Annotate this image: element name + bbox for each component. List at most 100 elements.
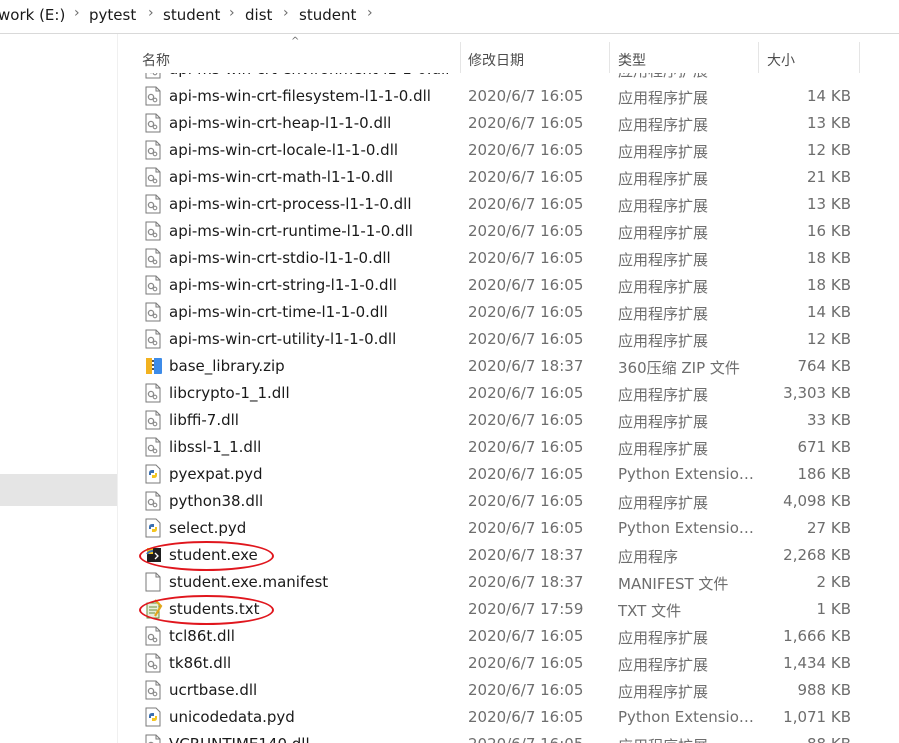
- navigation-pane[interactable]: [0, 34, 117, 743]
- file-name: python38.dll: [169, 492, 264, 510]
- file-type: 应用程序扩展: [618, 89, 709, 107]
- file-type: 应用程序扩展: [618, 735, 758, 743]
- file-type: 应用程序扩展: [618, 683, 709, 701]
- breadcrumb-item-drive[interactable]: work (E:): [0, 6, 65, 24]
- file-size: 18 KB: [807, 249, 851, 267]
- file-row[interactable]: libffi-7.dll 2020/6/7 16:05 应用程序扩展 33 KB: [118, 407, 899, 434]
- chevron-right-icon[interactable]: ›: [283, 5, 289, 21]
- file-size: 671 KB: [797, 438, 851, 456]
- zip-archive-icon: [145, 356, 162, 376]
- column-divider[interactable]: [859, 42, 860, 73]
- file-name: api-ms-win-crt-string-l1-1-0.dll: [169, 276, 397, 294]
- file-name: ucrtbase.dll: [169, 681, 258, 699]
- file-row[interactable]: base_library.zip 2020/6/7 18:37 360压缩 ZIP …: [118, 353, 899, 380]
- file-name: VCRUNTIME140.dll: [169, 735, 310, 743]
- file-row[interactable]: api-ms-win-crt-stdio-l1-1-0.dll 2020/6/7 …: [118, 245, 899, 272]
- file-size: 2,268 KB: [783, 546, 851, 564]
- python-file-icon: [145, 518, 161, 538]
- file-row[interactable]: api-ms-win-crt-utility-l1-1-0.dll 2020/6/…: [118, 326, 899, 353]
- chevron-right-icon[interactable]: ›: [229, 5, 235, 21]
- file-type: TXT 文件: [618, 602, 682, 620]
- file-icon: [145, 572, 161, 592]
- column-header-name[interactable]: 名称: [118, 42, 460, 73]
- column-header-date[interactable]: 修改日期: [461, 42, 609, 73]
- column-header-size[interactable]: 大小: [759, 42, 859, 73]
- dll-file-icon: [145, 73, 161, 79]
- python-file-icon: [145, 707, 161, 727]
- dll-file-icon: [145, 383, 161, 403]
- dll-file-icon: [145, 302, 161, 322]
- file-type: 应用程序扩展: [618, 494, 709, 512]
- file-name: libcrypto-1_1.dll: [169, 384, 290, 402]
- file-date: 2020/6/7 16:05: [468, 249, 584, 267]
- dll-file-icon: [145, 167, 161, 187]
- file-row[interactable]: tcl86t.dll 2020/6/7 16:05 应用程序扩展 1,666 KB: [118, 623, 899, 650]
- file-size: 14 KB: [807, 303, 851, 321]
- file-size: 18 KB: [807, 276, 851, 294]
- file-row[interactable]: tk86t.dll 2020/6/7 16:05 应用程序扩展 1,434 KB: [118, 650, 899, 677]
- file-date: 2020/6/7 18:37: [468, 357, 584, 375]
- file-row[interactable]: api-ms-win-crt-filesystem-l1-1-0.dll 2020…: [118, 83, 899, 110]
- file-row[interactable]: select.pyd 2020/6/7 16:05 Python Extension…: [118, 515, 899, 542]
- dll-file-icon: [145, 437, 161, 457]
- file-name: tk86t.dll: [169, 654, 232, 672]
- file-date: 2020/6/7 16:05: [468, 519, 584, 537]
- file-row[interactable]: python38.dll 2020/6/7 16:05 应用程序扩展 4,098 KB: [118, 488, 899, 515]
- file-date: 2020/6/7 16:05: [468, 492, 584, 510]
- file-row[interactable]: api-ms-win-crt-environment-l1-1-0.dll 应用程…: [118, 73, 899, 83]
- column-header-type[interactable]: 类型: [610, 42, 758, 73]
- file-row[interactable]: unicodedata.pyd 2020/6/7 16:05 Python Exte…: [118, 704, 899, 731]
- chevron-right-icon[interactable]: ›: [74, 5, 80, 21]
- file-type: 应用程序扩展: [618, 73, 758, 81]
- file-row[interactable]: ucrtbase.dll 2020/6/7 16:05 应用程序扩展 988 KB: [118, 677, 899, 704]
- file-date: 2020/6/7 16:05: [468, 330, 584, 348]
- file-row[interactable]: api-ms-win-crt-locale-l1-1-0.dll 2020/6/7…: [118, 137, 899, 164]
- dll-file-icon: [145, 626, 161, 646]
- file-row[interactable]: student.exe 2020/6/7 18:37 应用程序 2,268 KB: [118, 542, 899, 569]
- file-name: api-ms-win-crt-process-l1-1-0.dll: [169, 195, 412, 213]
- file-row[interactable]: api-ms-win-crt-process-l1-1-0.dll 2020/6/…: [118, 191, 899, 218]
- file-type: 应用程序扩展: [618, 143, 709, 161]
- breadcrumb-item-student[interactable]: student: [163, 6, 220, 24]
- file-type: 应用程序扩展: [618, 629, 709, 647]
- column-header-label: 大小: [767, 53, 795, 69]
- file-type: 应用程序扩展: [618, 413, 709, 431]
- column-header-label: 名称: [142, 53, 170, 69]
- file-name: api-ms-win-crt-stdio-l1-1-0.dll: [169, 249, 391, 267]
- file-date: 2020/6/7 16:05: [468, 438, 584, 456]
- file-date: 2020/6/7 16:05: [468, 627, 584, 645]
- file-date: 2020/6/7 16:05: [468, 195, 584, 213]
- file-list[interactable]: api-ms-win-crt-environment-l1-1-0.dll 应用程…: [118, 73, 899, 743]
- file-type: Python Extension Module: [618, 708, 758, 726]
- file-date: 2020/6/7 16:05: [468, 681, 584, 699]
- dll-file-icon: [145, 194, 161, 214]
- file-size: 12 KB: [807, 330, 851, 348]
- file-name: libssl-1_1.dll: [169, 438, 262, 456]
- breadcrumb-item-dist[interactable]: dist: [245, 6, 272, 24]
- file-type: 应用程序扩展: [618, 224, 709, 242]
- file-row[interactable]: libssl-1_1.dll 2020/6/7 16:05 应用程序扩展 671 KB: [118, 434, 899, 461]
- file-row[interactable]: api-ms-win-crt-heap-l1-1-0.dll 2020/6/7 1…: [118, 110, 899, 137]
- file-name: api-ms-win-crt-runtime-l1-1-0.dll: [169, 222, 413, 240]
- breadcrumb-item-current[interactable]: student: [299, 6, 356, 24]
- breadcrumb-item-pytest[interactable]: pytest: [89, 6, 136, 24]
- file-size: 3,303 KB: [783, 384, 851, 402]
- file-row[interactable]: student.exe.manifest 2020/6/7 18:37 MANIFE…: [118, 569, 899, 596]
- file-row[interactable]: libcrypto-1_1.dll 2020/6/7 16:05 应用程序扩展 3,3…: [118, 380, 899, 407]
- file-row[interactable]: pyexpat.pyd 2020/6/7 16:05 Python Extensio…: [118, 461, 899, 488]
- dll-file-icon: [145, 653, 161, 673]
- file-type: 应用程序: [618, 548, 679, 566]
- file-size: 12 KB: [807, 141, 851, 159]
- file-row[interactable]: api-ms-win-crt-math-l1-1-0.dll 2020/6/7 1…: [118, 164, 899, 191]
- chevron-right-icon[interactable]: ›: [367, 5, 373, 21]
- chevron-right-icon[interactable]: ›: [148, 5, 154, 21]
- file-size: 764 KB: [797, 357, 851, 375]
- nav-selected-item[interactable]: [0, 474, 117, 506]
- file-size: 88 KB: [807, 735, 851, 743]
- file-row[interactable]: api-ms-win-crt-string-l1-1-0.dll 2020/6/7…: [118, 272, 899, 299]
- file-row[interactable]: VCRUNTIME140.dll 2020/6/7 16:05 应用程序扩展 88 K…: [118, 731, 899, 743]
- file-row[interactable]: api-ms-win-crt-runtime-l1-1-0.dll 2020/6/…: [118, 218, 899, 245]
- address-bar[interactable]: work (E:) › pytest › student › dist › st…: [0, 0, 899, 34]
- file-row[interactable]: api-ms-win-crt-time-l1-1-0.dll 2020/6/7 1…: [118, 299, 899, 326]
- file-row[interactable]: students.txt 2020/6/7 17:59 TXT 文件 1 KB: [118, 596, 899, 623]
